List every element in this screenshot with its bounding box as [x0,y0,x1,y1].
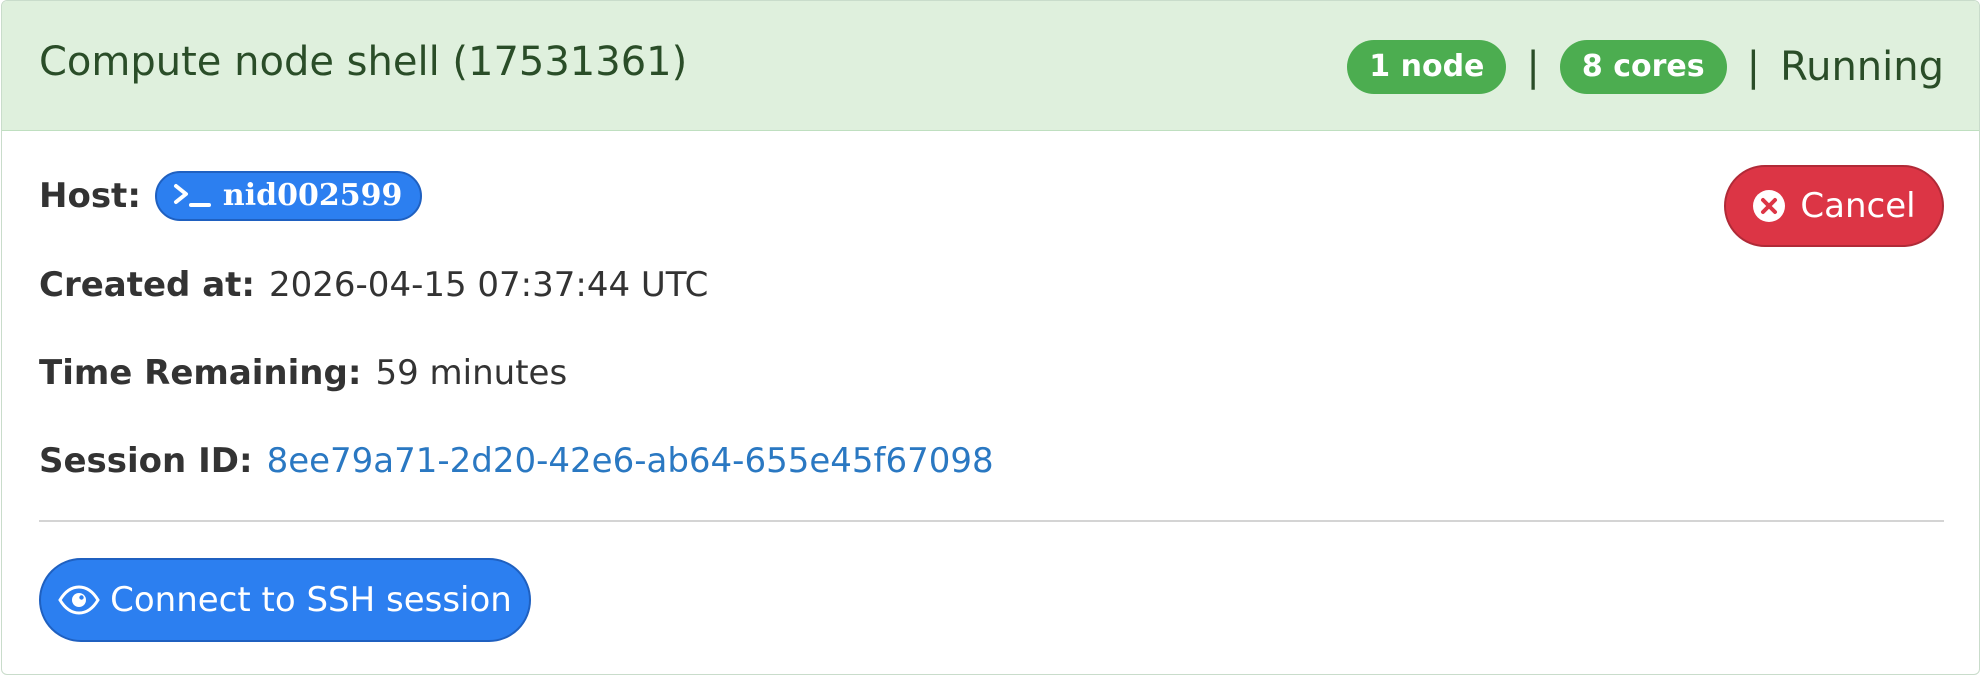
host-label: Host [39,176,128,216]
separator: | [1526,44,1540,90]
time-remaining-label: Time Remaining [39,353,348,393]
created-value: 2026-04-15 07:37:44 UTC [269,265,709,305]
nodes-badge: 1 node [1347,40,1507,94]
connect-ssh-button[interactable]: Connect to SSH session [39,558,531,642]
time-remaining-value: 59 minutes [375,353,568,393]
separator: | [1746,44,1761,90]
host-value: nid002599 [222,178,403,213]
x-circle-icon [1752,189,1786,223]
host-row: Host : nid002599 [39,171,423,221]
cores-badge: 8 cores [1559,40,1727,94]
session-card: Compute node shell (17531361) 1 node | 8… [1,0,1980,675]
session-id-colon: : [238,441,253,481]
created-colon: : [241,265,256,305]
session-title: Compute node shell (17531361) [39,39,688,85]
time-remaining-colon: : [347,353,362,393]
created-row: Created at : 2026-04-15 07:37:44 UTC [39,264,708,306]
host-button[interactable]: nid002599 [154,171,423,221]
terminal-icon [173,184,211,207]
card-header: Compute node shell (17531361) 1 node | 8… [2,1,1979,131]
header-status-group: 1 node | 8 cores | Running [1347,39,1944,95]
session-id-row: Session ID : 8ee79a71-2d20-42e6-ab64-655… [39,440,994,482]
cancel-button[interactable]: Cancel [1724,165,1944,247]
created-label: Created at [39,265,242,305]
cancel-label: Cancel [1800,186,1916,226]
time-remaining-row: Time Remaining : 59 minutes [39,352,567,394]
session-id-label: Session ID [39,441,239,481]
connect-ssh-label: Connect to SSH session [110,580,512,620]
status-text: Running [1780,44,1944,90]
eye-icon [58,585,100,615]
host-colon: : [127,176,141,216]
session-id-value[interactable]: 8ee79a71-2d20-42e6-ab64-655e45f67098 [267,440,994,482]
divider [39,520,1944,522]
